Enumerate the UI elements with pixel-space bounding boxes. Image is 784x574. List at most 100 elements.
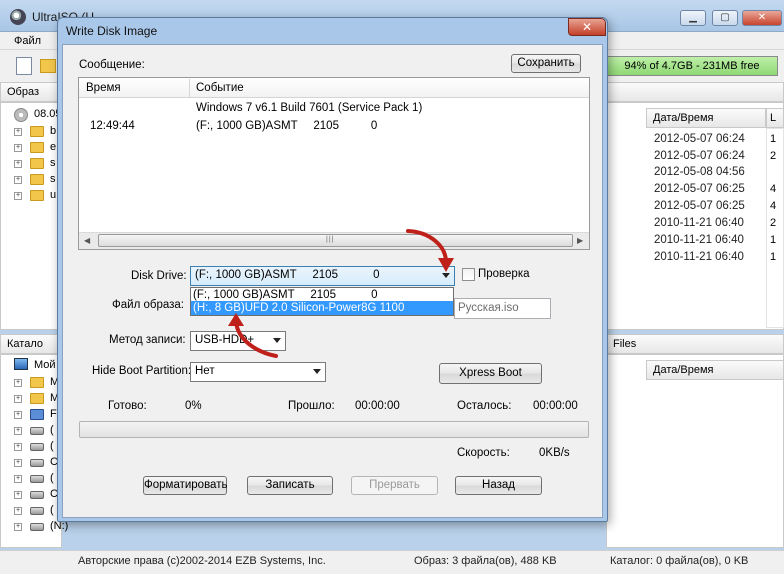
expand-icon[interactable]: + — [14, 379, 22, 387]
catalog-column-date-header[interactable]: Дата/Время — [646, 360, 784, 380]
verify-checkbox[interactable] — [462, 268, 475, 281]
catalog-pane-header: Катало — [0, 334, 62, 354]
open-folder-icon[interactable] — [40, 59, 56, 73]
expand-icon[interactable]: + — [14, 395, 22, 403]
column-size-header[interactable]: L — [766, 108, 784, 128]
status-catalog-info: Каталог: 0 файла(ов), 0 KB — [610, 555, 749, 567]
status-image-info: Образ: 3 файла(ов), 488 KB — [414, 555, 557, 567]
file-size: 1 — [770, 133, 777, 145]
disk-drive-label: Disk Drive: — [131, 270, 187, 282]
folder-icon — [30, 142, 44, 153]
xpress-boot-button[interactable]: Xpress Boot — [439, 363, 542, 384]
file-size: 2 — [770, 217, 777, 229]
image-file-path-field[interactable]: Русская.iso — [454, 298, 551, 319]
expand-icon[interactable]: + — [14, 507, 22, 515]
catalog-tree-root-label[interactable]: Мой — [34, 359, 56, 371]
menu-file[interactable]: Файл — [14, 35, 41, 47]
expand-icon[interactable]: + — [14, 523, 22, 531]
expand-icon[interactable]: + — [14, 160, 22, 168]
scroll-thumb[interactable] — [98, 234, 573, 247]
column-date-header[interactable]: Дата/Время — [646, 108, 766, 128]
expand-icon[interactable]: + — [14, 411, 22, 419]
scroll-left-arrow-icon[interactable]: ◀ — [84, 236, 90, 245]
drive-icon — [30, 491, 44, 499]
message-label: Сообщение: — [79, 59, 145, 71]
hide-boot-label: Hide Boot Partition: — [92, 365, 192, 377]
format-button[interactable]: Форматировать — [143, 476, 227, 495]
new-file-icon[interactable] — [16, 57, 32, 75]
log-event: Windows 7 v6.1 Build 7601 (Service Pack … — [196, 102, 423, 114]
disk-drive-select[interactable]: (F:, 1000 GB)ASMT 2105 0 — [190, 266, 455, 286]
file-date: 2012-05-07 06:24 — [654, 150, 745, 162]
expand-icon[interactable]: + — [14, 192, 22, 200]
drive-icon — [30, 459, 44, 467]
file-date: 2010-11-21 06:40 — [654, 217, 744, 229]
file-size: 1 — [770, 234, 777, 246]
maximize-button[interactable]: ▢ — [712, 10, 738, 26]
verify-label: Проверка — [478, 268, 530, 280]
file-size: 4 — [770, 183, 777, 195]
expand-icon[interactable]: + — [14, 491, 22, 499]
log-column-event[interactable]: Событие — [196, 82, 244, 94]
expand-icon[interactable]: + — [14, 427, 22, 435]
log-column-time[interactable]: Время — [86, 82, 121, 94]
expand-icon[interactable]: + — [14, 475, 22, 483]
elapsed-value: 00:00:00 — [355, 400, 400, 412]
expand-icon[interactable]: + — [14, 176, 22, 184]
monitor-icon — [30, 409, 44, 420]
scroll-right-arrow-icon[interactable]: ▶ — [577, 236, 583, 245]
cd-icon — [14, 108, 28, 122]
image-pane-header: Образ — [0, 82, 62, 102]
expand-icon[interactable]: + — [14, 144, 22, 152]
write-button[interactable]: Записать — [247, 476, 333, 495]
remaining-label: Осталось: — [457, 400, 512, 412]
folder-icon — [30, 158, 44, 169]
dropdown-arrow-icon[interactable] — [313, 369, 321, 374]
folder-icon — [30, 190, 44, 201]
log-column-separator[interactable] — [189, 79, 190, 97]
done-value: 0% — [185, 400, 202, 412]
file-date: 2012-05-07 06:24 — [654, 133, 745, 145]
dropdown-option-selected[interactable]: (H:, 8 GB)UFD 2.0 Silicon-Power8G 1100 — [191, 301, 453, 315]
main-close-button[interactable]: ✕ — [742, 10, 782, 26]
drive-icon — [30, 427, 44, 435]
back-button[interactable]: Назад — [455, 476, 542, 495]
computer-icon — [14, 358, 28, 370]
image-list-toolbar — [606, 82, 784, 102]
dropdown-arrow-icon[interactable] — [273, 338, 281, 343]
log-header — [79, 78, 589, 98]
folder-icon — [30, 393, 44, 404]
file-date: 2012-05-07 06:25 — [654, 183, 745, 195]
hide-boot-select[interactable]: Нет — [190, 362, 326, 382]
ultraiso-app-icon — [10, 9, 26, 25]
file-date: 2012-05-08 04:56 — [654, 166, 745, 178]
drive-icon — [30, 523, 44, 531]
expand-icon[interactable]: + — [14, 459, 22, 467]
dialog-title: Write Disk Image — [66, 24, 158, 38]
log-event: (F:, 1000 GB)ASMT 2105 0 — [196, 120, 378, 132]
folder-icon — [30, 126, 44, 137]
abort-button[interactable]: Прервать — [351, 476, 438, 495]
elapsed-label: Прошло: — [288, 400, 335, 412]
disk-drive-selected-value: (F:, 1000 GB)ASMT 2105 0 — [195, 269, 380, 281]
file-date: 2012-05-07 06:25 — [654, 200, 745, 212]
status-copyright: Авторские права (c)2002-2014 EZB Systems… — [78, 555, 326, 567]
file-size: 2 — [770, 150, 777, 162]
done-label: Готово: — [108, 400, 147, 412]
write-method-select[interactable]: USB-HDD+ — [190, 331, 286, 351]
write-method-label: Метод записи: — [109, 334, 186, 346]
catalog-files-header: Files — [606, 334, 784, 354]
write-progress-bar — [79, 421, 589, 438]
expand-icon[interactable]: + — [14, 128, 22, 136]
remaining-value: 00:00:00 — [533, 400, 578, 412]
dropdown-arrow-icon[interactable] — [442, 273, 450, 278]
dropdown-option[interactable]: (F:, 1000 GB)ASMT 2105 0 — [191, 288, 453, 302]
dialog-close-button[interactable]: ✕ — [568, 18, 606, 36]
minimize-button[interactable]: ▁ — [680, 10, 706, 26]
hide-boot-value: Нет — [195, 365, 215, 377]
drive-icon — [30, 443, 44, 451]
file-size: 1 — [770, 251, 777, 263]
expand-icon[interactable]: + — [14, 443, 22, 451]
save-log-button[interactable]: Сохранить — [511, 54, 581, 73]
capacity-bar: 94% of 4.7GB - 231MB free — [606, 56, 778, 76]
